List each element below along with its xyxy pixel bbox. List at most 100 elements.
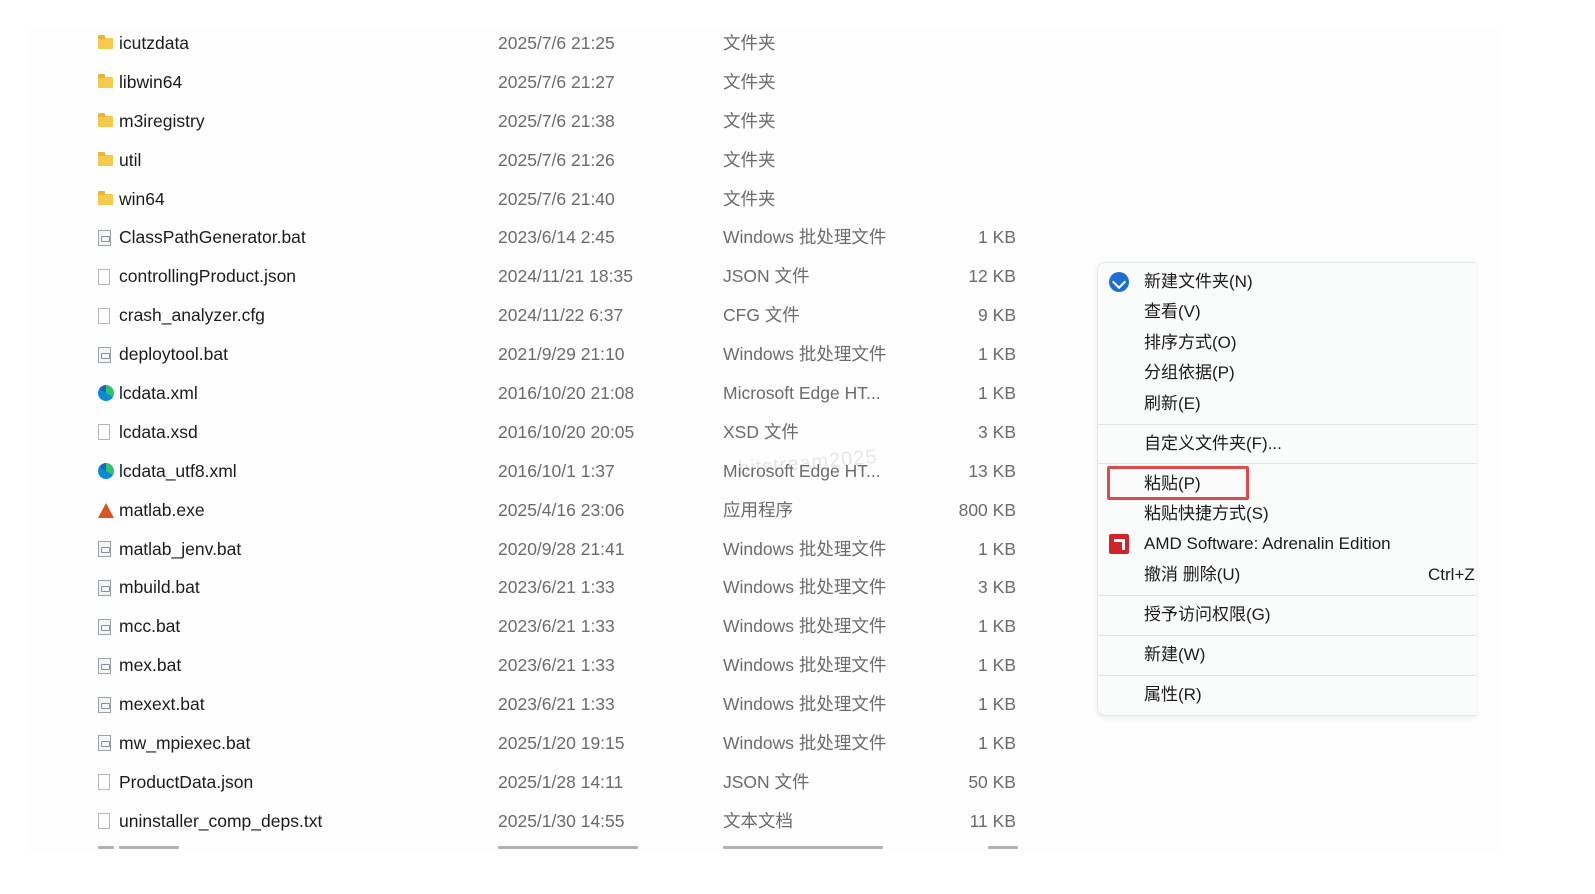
- file-size: 800 KB: [958, 499, 1016, 520]
- file-row[interactable]: ClassPathGenerator.bat 2023/6/14 2:45 Wind…: [98, 218, 1098, 257]
- menu-item-customize-folder[interactable]: 自定义文件夹(F)...: [1098, 429, 1476, 459]
- batch-file-icon-glyph: [98, 229, 111, 246]
- file-modified-date: 2025/4/16 23:06: [498, 499, 625, 520]
- file-row[interactable]: lcdata.xsd 2016/10/20 20:05 XSD 文件 3 KB: [98, 413, 1098, 452]
- file-name: uninstaller_comp_deps.txt: [119, 810, 323, 831]
- menu-item-view[interactable]: 查看(V): [1098, 297, 1476, 327]
- file-type: 文件夹: [723, 188, 776, 209]
- edge-icon: [98, 452, 116, 491]
- menu-item-give-access[interactable]: 授予访问权限(G): [1098, 600, 1476, 630]
- file-modified-date: 2023/6/21 1:33: [498, 577, 615, 598]
- menu-separator: [1098, 424, 1476, 425]
- menu-item-group-by[interactable]: 分组依据(P): [1098, 358, 1476, 388]
- file-row[interactable]: matlab_jenv.bat 2020/9/28 21:41 Windows 批处…: [98, 530, 1098, 569]
- file-name: mex.bat: [119, 655, 182, 676]
- menu-item-undo-delete[interactable]: 撤消 删除(U) Ctrl+Z: [1098, 560, 1476, 590]
- partially-visible-row: [98, 846, 1048, 852]
- file-size: 50 KB: [968, 771, 1016, 792]
- menu-label: 属性(R): [1144, 685, 1202, 704]
- file-modified-date: 2025/1/28 14:11: [498, 771, 624, 792]
- menu-item-paste-shortcut[interactable]: 粘贴快捷方式(S): [1098, 499, 1476, 529]
- file-type: 文件夹: [723, 110, 776, 131]
- file-type: 文件夹: [723, 71, 776, 92]
- menu-item-new-folder[interactable]: 新建文件夹(N): [1098, 267, 1476, 297]
- file-icon-glyph: [98, 813, 110, 830]
- folder-icon-glyph: [98, 151, 113, 166]
- edge-icon-glyph: [98, 463, 114, 480]
- file-row[interactable]: mex.bat 2023/6/21 1:33 Windows 批处理文件 1 KB: [98, 646, 1098, 685]
- file-type: Windows 批处理文件: [723, 616, 887, 637]
- menu-item-amd-software[interactable]: AMD Software: Adrenalin Edition: [1098, 529, 1476, 559]
- folder-icon-glyph: [98, 34, 113, 49]
- menu-label: 授予访问权限(G): [1144, 605, 1271, 624]
- file-row[interactable]: win64 2025/7/6 21:40 文件夹: [98, 180, 1098, 219]
- file-row[interactable]: libwin64 2025/7/6 21:27 文件夹: [98, 63, 1098, 102]
- file-modified-date: 2025/1/30 14:55: [498, 810, 625, 831]
- batch-file-icon-glyph: [98, 657, 111, 674]
- file-row[interactable]: icutzdata 2025/7/6 21:25 文件夹: [98, 28, 1098, 63]
- file-size: 12 KB: [968, 266, 1016, 287]
- file-type: 文本文档: [723, 810, 793, 831]
- file-row[interactable]: mbuild.bat 2023/6/21 1:33 Windows 批处理文件 3 K…: [98, 568, 1098, 607]
- file-icon-glyph: [98, 774, 110, 791]
- new-folder-icon: [1109, 272, 1129, 292]
- file-row[interactable]: util 2025/7/6 21:26 文件夹: [98, 141, 1098, 180]
- file-name: ClassPathGenerator.bat: [119, 227, 306, 248]
- file-row[interactable]: controllingProduct.json 2024/11/21 18:35 J…: [98, 257, 1098, 296]
- file-name: lcdata.xsd: [119, 421, 198, 442]
- file-name: deploytool.bat: [119, 344, 228, 365]
- file-size: 1 KB: [978, 616, 1016, 637]
- file-row[interactable]: lcdata.xml 2016/10/20 21:08 Microsoft Edge…: [98, 374, 1098, 413]
- file-icon: [98, 763, 116, 802]
- file-type: 文件夹: [723, 33, 776, 53]
- file-size: 9 KB: [978, 305, 1016, 326]
- file-icon: [98, 257, 116, 296]
- menu-label: 新建文件夹(N): [1144, 272, 1253, 291]
- file-type: CFG 文件: [723, 305, 800, 326]
- menu-item-sort-by[interactable]: 排序方式(O): [1098, 328, 1476, 358]
- batch-file-icon-glyph: [98, 541, 111, 558]
- menu-separator: [1098, 463, 1476, 464]
- file-modified-date: 2020/9/28 21:41: [498, 538, 625, 559]
- file-row[interactable]: deploytool.bat 2021/9/29 21:10 Windows 批处理…: [98, 335, 1098, 374]
- file-type: Windows 批处理文件: [723, 655, 887, 676]
- file-name: mexext.bat: [119, 694, 205, 715]
- file-type: 文件夹: [723, 149, 776, 170]
- menu-label: 排序方式(O): [1144, 333, 1237, 352]
- file-modified-date: 2025/1/20 19:15: [498, 733, 625, 754]
- file-row[interactable]: crash_analyzer.cfg 2024/11/22 6:37 CFG 文件 9…: [98, 296, 1098, 335]
- file-row[interactable]: lcdata_utf8.xml 2016/10/1 1:37 Microsoft E…: [98, 452, 1098, 491]
- file-icon-glyph: [98, 424, 110, 441]
- folder-icon-glyph: [98, 190, 113, 205]
- file-modified-date: 2025/7/6 21:26: [498, 149, 615, 170]
- file-modified-date: 2021/9/29 21:10: [498, 344, 625, 365]
- file-row[interactable]: ProductData.json 2025/1/28 14:11 JSON 文件 50…: [98, 763, 1098, 802]
- file-type: Windows 批处理文件: [723, 538, 887, 559]
- file-name: lcdata.xml: [119, 383, 198, 404]
- file-row[interactable]: matlab.exe 2025/4/16 23:06 应用程序 800 KB: [98, 491, 1098, 530]
- menu-shortcut: Ctrl+Z: [1428, 565, 1475, 584]
- menu-item-properties[interactable]: 属性(R): [1098, 680, 1476, 710]
- folder-icon-glyph: [98, 112, 113, 127]
- file-name: matlab_jenv.bat: [119, 538, 242, 559]
- file-modified-date: 2023/6/21 1:33: [498, 655, 615, 676]
- batch-file-icon: [98, 568, 116, 607]
- folder-icon-glyph: [98, 73, 113, 88]
- file-name: m3iregistry: [119, 110, 205, 131]
- menu-item-new[interactable]: 新建(W): [1098, 640, 1476, 670]
- file-type: Windows 批处理文件: [723, 227, 887, 248]
- file-type: Microsoft Edge HT...: [723, 383, 881, 404]
- file-row[interactable]: m3iregistry 2025/7/6 21:38 文件夹: [98, 102, 1098, 141]
- batch-file-icon: [98, 530, 116, 569]
- file-row[interactable]: mw_mpiexec.bat 2025/1/20 19:15 Windows 批处理…: [98, 724, 1098, 763]
- file-row[interactable]: uninstaller_comp_deps.txt 2025/1/30 14:55…: [98, 802, 1098, 841]
- file-row[interactable]: mexext.bat 2023/6/21 1:33 Windows 批处理文件 1 K…: [98, 685, 1098, 724]
- file-size: 3 KB: [978, 421, 1016, 442]
- paste-highlight-box: [1107, 466, 1249, 500]
- menu-label: 自定义文件夹(F)...: [1144, 434, 1282, 453]
- file-row[interactable]: mcc.bat 2023/6/21 1:33 Windows 批处理文件 1 KB: [98, 607, 1098, 646]
- file-icon: [98, 296, 116, 335]
- menu-separator: [1098, 595, 1476, 596]
- batch-file-icon: [98, 607, 116, 646]
- menu-item-refresh[interactable]: 刷新(E): [1098, 389, 1476, 419]
